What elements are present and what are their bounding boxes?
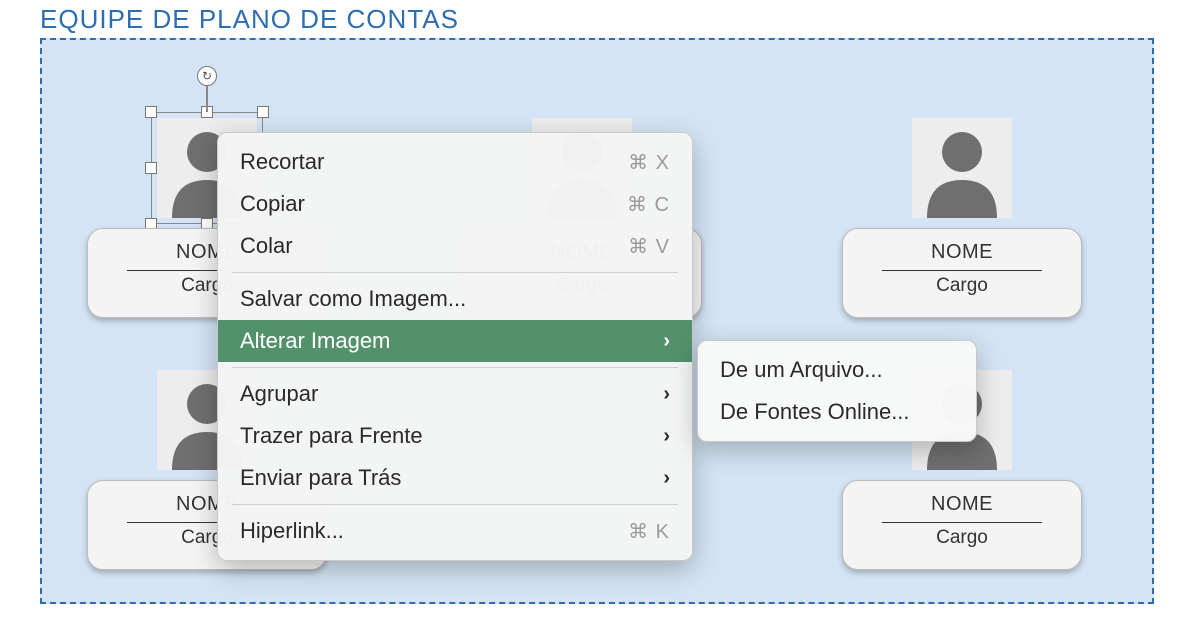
- menu-item-change-image[interactable]: Alterar Imagem ›: [218, 320, 692, 362]
- resize-handle-w[interactable]: [145, 162, 157, 174]
- menu-label: Recortar: [240, 149, 324, 175]
- menu-separator: [232, 367, 678, 368]
- org-card[interactable]: NOME Cargo: [842, 228, 1082, 318]
- submenu-label: De um Arquivo...: [720, 357, 883, 382]
- card-divider: [882, 270, 1042, 271]
- chevron-right-icon: ›: [663, 383, 670, 406]
- resize-handle-nw[interactable]: [145, 106, 157, 118]
- menu-item-group[interactable]: Agrupar ›: [218, 373, 692, 415]
- submenu-item-from-online[interactable]: De Fontes Online...: [698, 391, 976, 433]
- card-name: NOME: [843, 241, 1081, 264]
- menu-label: Alterar Imagem: [240, 328, 390, 354]
- submenu-label: De Fontes Online...: [720, 399, 910, 424]
- chevron-right-icon: ›: [663, 330, 670, 353]
- menu-label: Copiar: [240, 191, 305, 217]
- section-title: EQUIPE DE PLANO DE CONTAS: [40, 4, 459, 35]
- menu-separator: [232, 504, 678, 505]
- resize-handle-ne[interactable]: [257, 106, 269, 118]
- context-submenu-change-image: De um Arquivo... De Fontes Online...: [697, 340, 977, 442]
- card-name: NOME: [843, 493, 1081, 516]
- org-card[interactable]: NOME Cargo: [842, 480, 1082, 570]
- chevron-right-icon: ›: [663, 425, 670, 448]
- rotate-stem: [206, 86, 208, 112]
- menu-item-paste[interactable]: Colar ⌘ V: [218, 225, 692, 267]
- menu-label: Enviar para Trás: [240, 465, 401, 491]
- menu-item-save-as-image[interactable]: Salvar como Imagem...: [218, 278, 692, 320]
- menu-label: Agrupar: [240, 381, 318, 407]
- card-divider: [882, 522, 1042, 523]
- menu-separator: [232, 272, 678, 273]
- chevron-right-icon: ›: [663, 467, 670, 490]
- menu-shortcut: ⌘ V: [628, 234, 670, 259]
- menu-label: Salvar como Imagem...: [240, 286, 466, 312]
- context-menu: Recortar ⌘ X Copiar ⌘ C Colar ⌘ V Salvar…: [217, 132, 693, 561]
- avatar-placeholder[interactable]: [912, 118, 1012, 218]
- menu-item-cut[interactable]: Recortar ⌘ X: [218, 141, 692, 183]
- menu-item-copy[interactable]: Copiar ⌘ C: [218, 183, 692, 225]
- menu-shortcut: ⌘ K: [628, 519, 670, 544]
- menu-item-bring-to-front[interactable]: Trazer para Frente ›: [218, 415, 692, 457]
- menu-label: Colar: [240, 233, 293, 259]
- card-role: Cargo: [843, 275, 1081, 297]
- card-role: Cargo: [843, 527, 1081, 549]
- menu-label: Hiperlink...: [240, 518, 344, 544]
- menu-shortcut: ⌘ C: [627, 192, 670, 217]
- menu-label: Trazer para Frente: [240, 423, 423, 449]
- submenu-item-from-file[interactable]: De um Arquivo...: [698, 349, 976, 391]
- rotate-handle[interactable]: ↻: [197, 66, 217, 86]
- menu-item-hyperlink[interactable]: Hiperlink... ⌘ K: [218, 510, 692, 552]
- menu-shortcut: ⌘ X: [628, 150, 670, 175]
- menu-item-send-to-back[interactable]: Enviar para Trás ›: [218, 457, 692, 499]
